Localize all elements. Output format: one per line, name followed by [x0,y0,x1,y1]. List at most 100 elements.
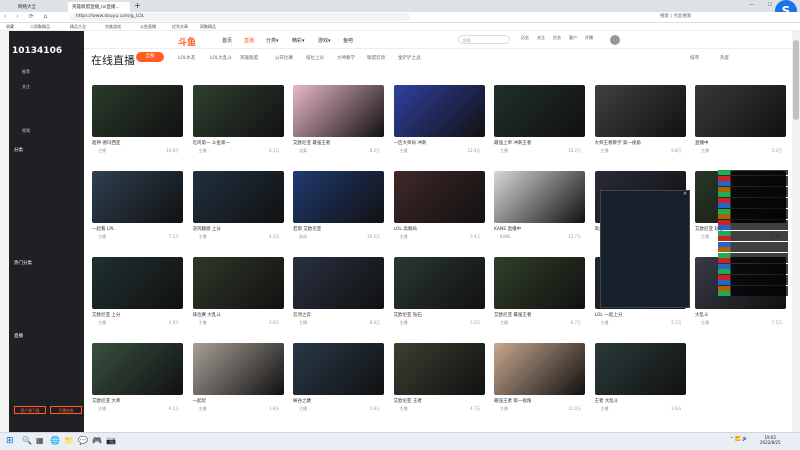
room-title[interactable]: 逆风翻盘 上分 [193,226,284,232]
room-title[interactable]: 艾欧尼亚 最强王者 [293,140,384,146]
room-title[interactable]: LOL 高端局 [394,226,485,232]
room-title[interactable]: LOL 一起上分 [595,312,686,318]
stream-thumbnail[interactable] [393,343,485,395]
broadcast-guide-button[interactable]: 开播指南 [50,406,82,414]
task-icon[interactable]: 任务 [550,35,564,41]
room-title[interactable]: 艾欧尼亚 大师 [92,398,183,404]
room-title[interactable]: 直播中 [695,140,786,146]
search-icon[interactable]: 🔍 [22,436,32,445]
nav-highlights[interactable]: 精彩▾ [292,37,305,44]
category-tab[interactable]: LOL大乱斗 [210,55,232,61]
new-tab-button[interactable]: + [134,1,141,10]
anchor-name[interactable]: 主播 [601,320,609,326]
nav-category[interactable]: 分类▾ [266,37,279,44]
anchor-name[interactable]: 主播 [601,148,609,154]
url-input[interactable]: https://www.douyu.com/g_LOL [70,13,410,21]
nav-buttons[interactable]: ‹ › ⟳ ⌂ [4,13,51,20]
room-title[interactable]: 云顶之弈 [293,312,384,318]
chat-app-icon[interactable]: 💬 [78,436,88,445]
live-room-card[interactable]: 峡谷之巅 主播 5.9万 [293,343,384,423]
stream-thumbnail[interactable] [192,257,284,309]
nav-live[interactable]: 直播 [244,37,254,44]
bookmark-item[interactable]: 精品大全 [70,24,86,30]
broadcast-icon[interactable]: 开播 [582,35,596,41]
history-icon[interactable]: 历史 [518,35,532,41]
bookmark-item[interactable]: 收藏 [6,24,14,30]
stream-thumbnail[interactable] [494,257,585,309]
anchor-name[interactable]: 主播 [400,234,408,240]
category-tab[interactable]: 公开比赛 [275,55,293,61]
nav-fishbar[interactable]: 鱼吧 [343,37,353,44]
stream-thumbnail[interactable] [393,257,485,309]
anchor-name[interactable]: 主播 [400,406,408,412]
stream-thumbnail[interactable] [594,343,686,395]
room-title[interactable]: 大师王者教学 第一视角 [595,140,686,146]
room-title[interactable]: 最强王者 第一视角 [494,398,585,404]
room-title[interactable]: 艾欧尼亚 王者 [394,398,485,404]
anchor-name[interactable]: 主播 [199,320,207,326]
live-room-card[interactable]: 艾欧尼亚 王者 主播 4.7万 [393,343,485,423]
stream-thumbnail[interactable] [695,85,786,137]
live-room-card[interactable]: 逆风翻盘 上分 主播 4.3万 [192,171,284,251]
nav-games[interactable]: 游戏▾ [318,37,331,44]
anchor-name[interactable]: 主播 [500,406,508,412]
live-room-card[interactable]: 吃鸡第一 斗鱼第一 主播 6.1万 [192,85,284,165]
game-icon[interactable]: 🎮 [92,436,102,445]
stream-thumbnail[interactable] [192,343,284,395]
live-room-card[interactable]: 王者 大乱斗 主播 3.6万 [594,343,686,423]
anchor-name[interactable]: 主播 [400,148,408,154]
room-title[interactable]: 峡谷之巅 [293,398,384,404]
live-room-card[interactable]: 艾欧尼亚 钻石 主播 3.2万 [393,257,485,337]
windows-start-icon[interactable]: ⊞ [6,436,14,446]
room-title[interactable]: 吃鸡第一 斗鱼第一 [193,140,284,146]
stream-thumbnail[interactable] [92,257,183,309]
live-room-card[interactable]: 一区大师局 冲刺 主播 12.4万 [393,85,485,165]
room-title[interactable]: 艾欧尼亚 钻石 [394,312,485,318]
category-tab[interactable]: 联盟云顶 [367,55,385,61]
stream-thumbnail[interactable] [594,85,686,137]
stream-thumbnail[interactable] [192,171,284,223]
stream-thumbnail[interactable] [293,85,384,137]
category-tab[interactable]: 英雄联盟 [240,55,258,61]
anchor-name[interactable]: 主播 [400,320,408,326]
anchor-name[interactable]: 若雨 [299,234,307,240]
scrollbar-thumb[interactable] [793,40,799,120]
stream-thumbnail[interactable] [494,85,585,137]
stream-thumbnail[interactable] [92,343,183,395]
anchor-name[interactable]: 主播 [601,406,609,412]
tab-douyu-lol[interactable]: 英雄联盟直播_lol直播... [68,2,130,12]
anchor-name[interactable]: 主播 [299,320,307,326]
room-title[interactable]: 王者 大乱斗 [595,398,686,404]
room-title[interactable]: 一区大师局 冲刺 [394,140,485,146]
camera-icon[interactable]: 📷 [106,436,116,445]
anchor-name[interactable]: 主播 [98,406,106,412]
room-title[interactable]: 一起玩 [193,398,284,404]
room-title[interactable]: KANE 直播中 [494,226,585,232]
live-room-card[interactable]: 直播中 主播 5.2万 [695,85,786,165]
bookmark-item[interactable]: 优秀文章 [172,24,188,30]
stream-thumbnail[interactable] [192,85,284,137]
sort-button[interactable]: 排序 [690,55,699,61]
live-room-card[interactable]: 一起玩 主播 1.8万 [192,343,284,423]
anchor-name[interactable]: 主播 [500,148,508,154]
download-client-button[interactable]: 客户端下载 [14,406,46,414]
live-room-card[interactable]: 最强王者 第一视角 主播 11.0万 [494,343,585,423]
room-title[interactable]: 一起看 LPL [92,226,183,232]
bookmark-item[interactable]: 二网聚精品 [30,24,50,30]
category-tab[interactable]: 排位上分 [306,55,324,61]
anchor-name[interactable]: 主播 [701,234,709,240]
anchor-name[interactable]: KANE [500,234,511,239]
search-input[interactable]: 搜索 [458,35,510,44]
stream-thumbnail[interactable] [393,171,485,223]
bookmark-item[interactable]: 斗鱼直播 [140,24,156,30]
task-view-icon[interactable]: ▦ [36,436,44,445]
stream-thumbnail[interactable] [293,343,384,395]
bookmark-item[interactable]: 网聚精品 [200,24,216,30]
system-clock[interactable]: 19:02 2022/8/25 [760,435,781,445]
anchor-name[interactable]: 主播 [701,148,709,154]
browser-search-box[interactable]: 搜索 | 点此搜索 [660,13,691,19]
anchor-name[interactable]: 温柔 [299,148,307,154]
nav-home[interactable]: 首页 [222,37,232,44]
sort-hot-button[interactable]: 热度 [720,55,729,61]
live-room-card[interactable]: KANE 直播中 KANE 13.7万 [494,171,585,251]
